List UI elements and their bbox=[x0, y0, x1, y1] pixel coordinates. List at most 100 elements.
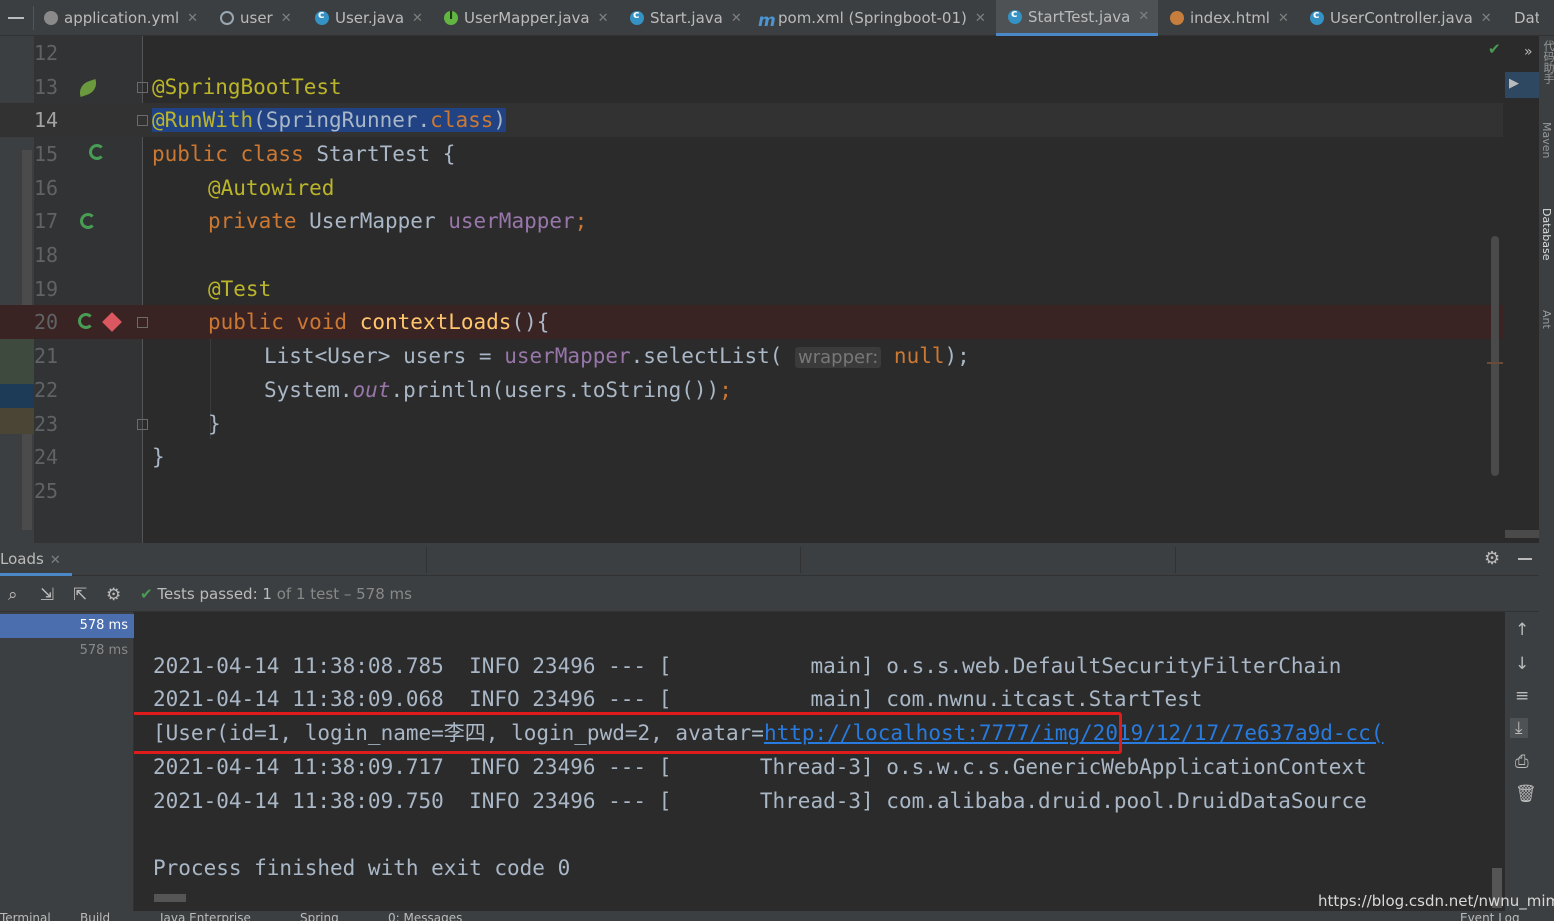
line-number: 14 bbox=[34, 108, 59, 132]
line-number: 25 bbox=[34, 479, 59, 503]
tab-starttest-java[interactable]: StartTest.java ✕ bbox=[996, 0, 1158, 36]
tool-window-code-assistant[interactable]: 代码助手 bbox=[1540, 40, 1554, 84]
class-icon bbox=[315, 8, 329, 25]
code-line-24[interactable]: } bbox=[152, 440, 165, 474]
code-line-23[interactable]: } bbox=[208, 407, 221, 441]
settings-icon[interactable]: ⚙ bbox=[106, 585, 121, 605]
code-text: .println(users.toString()) bbox=[390, 378, 720, 402]
up-arrow-icon[interactable]: ↑ bbox=[1515, 620, 1529, 640]
error-stripe-mark[interactable] bbox=[1487, 362, 1503, 364]
tool-java-enterprise[interactable]: Java Enterprise bbox=[160, 911, 251, 921]
autowired-bean-icon[interactable] bbox=[80, 213, 96, 229]
tool-build[interactable]: Build bbox=[80, 911, 110, 921]
tab-user-java[interactable]: User.java ✕ bbox=[315, 0, 423, 36]
close-icon[interactable]: ✕ bbox=[281, 11, 292, 26]
code-text: ); bbox=[944, 344, 970, 368]
keyword: public class bbox=[152, 142, 317, 166]
code-line-13[interactable]: @SpringBootTest bbox=[152, 70, 342, 104]
class-icon bbox=[1310, 8, 1324, 25]
editor-tab-bar: application.yml ✕ user ✕ User.java ✕ Use… bbox=[0, 0, 1554, 36]
editor-scrollbar[interactable] bbox=[1491, 236, 1499, 476]
console-output[interactable]: 2021-04-14 11:38:08.785 INFO 23496 --- [… bbox=[134, 612, 1505, 921]
right-tool-strip bbox=[1539, 36, 1554, 921]
close-icon[interactable]: ✕ bbox=[975, 11, 986, 26]
tab-label: application.yml bbox=[64, 9, 180, 27]
close-icon[interactable]: ✕ bbox=[598, 11, 609, 26]
code-line-15[interactable]: public class StartTest { bbox=[152, 137, 455, 171]
fold-icon[interactable] bbox=[137, 115, 148, 126]
tab-label: UserController.java bbox=[1330, 9, 1473, 27]
code-line-17[interactable]: private UserMapper userMapper; bbox=[208, 204, 587, 238]
field: userMapper bbox=[448, 209, 575, 233]
console-horizontal-scrollbar[interactable] bbox=[154, 894, 186, 902]
tab-data[interactable]: Data bbox=[1506, 0, 1539, 36]
close-icon[interactable]: ✕ bbox=[187, 11, 198, 26]
tab-pom-xml[interactable]: m pom.xml (Springboot-01) ✕ bbox=[758, 0, 986, 36]
tool-messages[interactable]: 0: Messages bbox=[388, 911, 462, 921]
code-text: .selectList( bbox=[630, 344, 783, 368]
hide-panel-icon[interactable] bbox=[1518, 558, 1532, 560]
annotation: @Test bbox=[208, 277, 272, 301]
minimize-icon[interactable] bbox=[8, 17, 24, 19]
run-tab[interactable]: Loads ✕ bbox=[0, 543, 72, 576]
tab-index-html[interactable]: index.html ✕ bbox=[1170, 0, 1289, 36]
fold-icon[interactable] bbox=[137, 82, 148, 93]
run-tool-window: Loads ✕ ⚙ ⌕ ⇲ ⇱ ⚙ ✔ Tests passed: 1 of 1 … bbox=[0, 543, 1539, 921]
tool-spring[interactable]: Spring bbox=[300, 911, 339, 921]
field: userMapper bbox=[504, 344, 631, 368]
tab-usermapper-java[interactable]: UserMapper.java ✕ bbox=[444, 0, 609, 36]
keyword: private bbox=[208, 209, 310, 233]
tool-window-ant[interactable]: Ant bbox=[1540, 310, 1553, 329]
tool-window-maven[interactable]: Maven bbox=[1540, 122, 1553, 158]
close-icon[interactable]: ✕ bbox=[50, 553, 61, 568]
line-number: 17 bbox=[34, 209, 59, 233]
code-text: List<User> users = bbox=[264, 344, 505, 368]
run-test-icon[interactable] bbox=[78, 313, 94, 329]
test-status: ✔ Tests passed: 1 of 1 test – 578 ms bbox=[140, 585, 412, 603]
scroll-to-end-icon[interactable]: ⤓ bbox=[1510, 718, 1528, 738]
code-line-14[interactable]: @RunWith(SpringRunner.class) bbox=[152, 103, 507, 137]
tab-label: User.java bbox=[335, 9, 405, 27]
no-problems-icon[interactable]: ✔ bbox=[1488, 40, 1501, 58]
tab-start-java[interactable]: Start.java ✕ bbox=[630, 0, 742, 36]
close-icon[interactable]: ✕ bbox=[1481, 11, 1492, 26]
tab-usercontroller-java[interactable]: UserController.java ✕ bbox=[1310, 0, 1492, 36]
parameter-hint: wrapper: bbox=[795, 347, 882, 368]
change-marker bbox=[0, 336, 34, 384]
close-icon[interactable]: ✕ bbox=[1138, 9, 1149, 24]
close-icon[interactable]: ✕ bbox=[412, 11, 423, 26]
history-icon[interactable]: ⌕ bbox=[8, 585, 18, 605]
fold-icon[interactable] bbox=[137, 419, 148, 430]
tab-application-yml[interactable]: application.yml ✕ bbox=[44, 0, 198, 36]
tab-user[interactable]: user ✕ bbox=[220, 0, 292, 36]
gear-icon[interactable]: ⚙ bbox=[1484, 548, 1500, 569]
console-line: 2021-04-14 11:38:08.785 INFO 23496 --- [… bbox=[153, 654, 1342, 678]
tool-event-log[interactable]: Event Log bbox=[1460, 911, 1520, 921]
code-line-19[interactable]: @Test bbox=[208, 272, 271, 306]
code-line-21[interactable]: List<User> users = userMapper.selectList… bbox=[264, 339, 970, 375]
code-line-16[interactable]: @Autowired bbox=[208, 171, 334, 205]
close-icon[interactable]: ✕ bbox=[1278, 11, 1289, 26]
selection: @RunWith(SpringRunner.class) bbox=[152, 108, 507, 132]
tool-terminal[interactable]: Terminal bbox=[0, 911, 51, 921]
down-arrow-icon[interactable]: ↓ bbox=[1515, 654, 1529, 674]
export-tests-icon[interactable]: ⇱ bbox=[73, 585, 87, 605]
editor-horizontal-scrollbar[interactable] bbox=[1505, 530, 1539, 538]
close-icon[interactable]: ✕ bbox=[731, 11, 742, 26]
print-icon[interactable]: ⎙ bbox=[1515, 752, 1529, 772]
line-number: 23 bbox=[34, 412, 59, 436]
run-test-icon[interactable] bbox=[89, 144, 105, 160]
tool-window-database[interactable]: Database bbox=[1540, 208, 1553, 261]
fold-icon[interactable] bbox=[137, 317, 148, 328]
code-line-20[interactable]: public void contextLoads(){ bbox=[208, 305, 549, 339]
test-tree-row[interactable]: 578 ms bbox=[0, 614, 134, 638]
soft-wrap-icon[interactable]: ≡ bbox=[1515, 686, 1529, 706]
play-icon[interactable]: ▶ bbox=[1509, 76, 1519, 91]
trash-icon[interactable]: 🗑 bbox=[1515, 784, 1537, 804]
test-tree-row[interactable]: 578 ms bbox=[0, 639, 134, 663]
code-editor[interactable]: 12 13 14 15 16 17 18 19 20 21 22 23 24 2… bbox=[0, 36, 1554, 543]
code-line-22[interactable]: System.out.println(users.toString()); bbox=[264, 373, 732, 407]
more-tabs-icon[interactable]: » bbox=[1524, 44, 1533, 60]
highlight-box bbox=[134, 712, 1122, 754]
import-tests-icon[interactable]: ⇲ bbox=[40, 585, 54, 605]
